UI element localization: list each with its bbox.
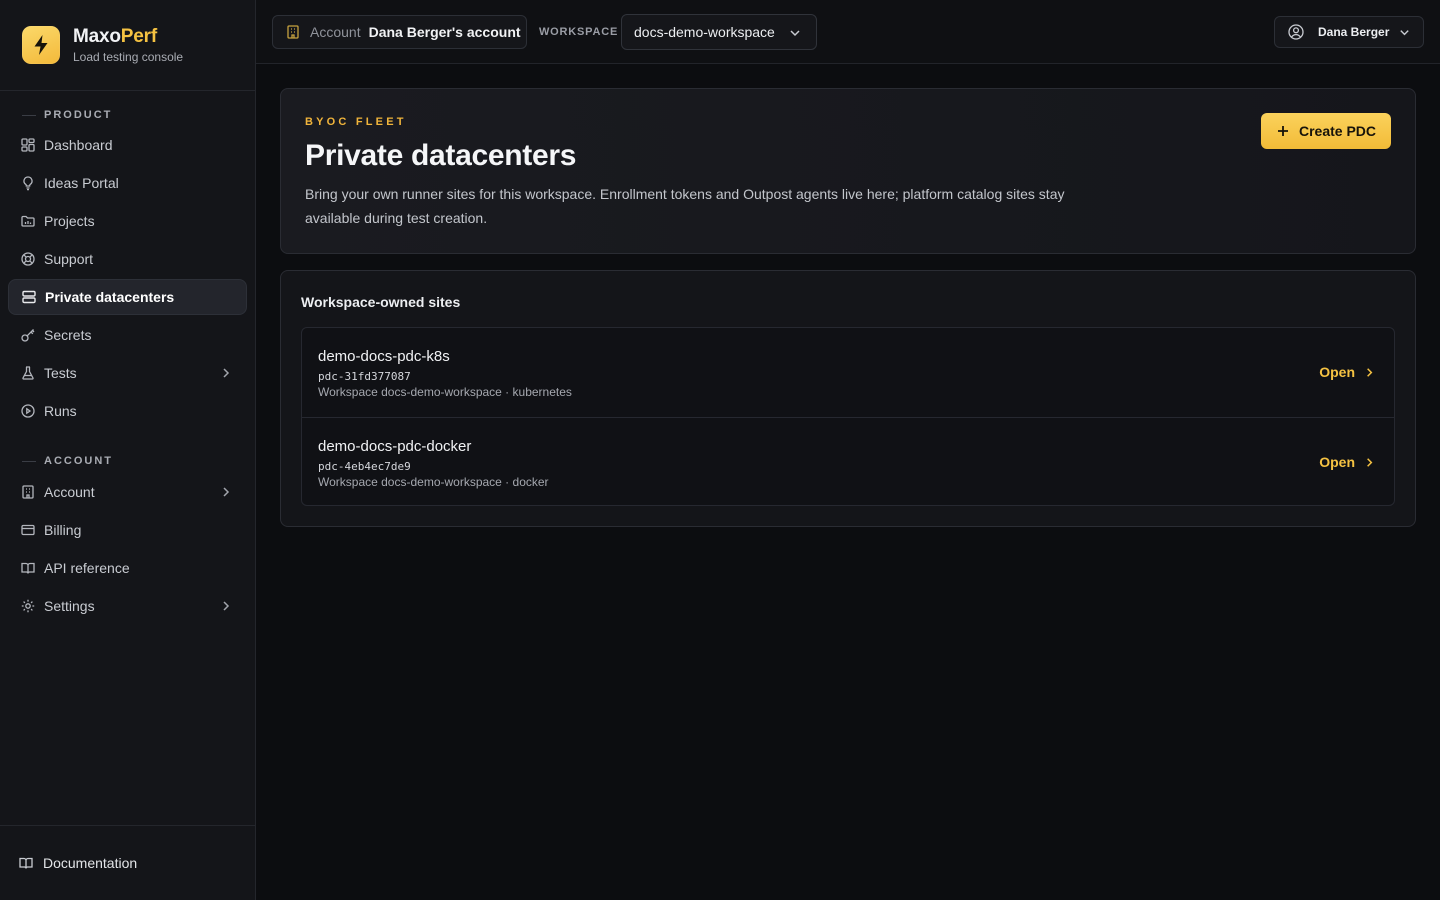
workspace-select[interactable]: docs-demo-workspace — [621, 14, 817, 50]
sidebar-item-projects[interactable]: Projects — [8, 203, 247, 239]
brand[interactable]: MaxoPerf Load testing console — [0, 0, 255, 91]
sidebar-item-label: Projects — [44, 213, 95, 229]
list-item[interactable]: demo-docs-pdc-k8s pdc-31fd377087 Workspa… — [302, 328, 1394, 417]
site-name: demo-docs-pdc-k8s — [318, 348, 450, 365]
gear-icon — [21, 599, 35, 613]
sidebar-item-secrets[interactable]: Secrets — [8, 317, 247, 353]
lifebuoy-icon — [21, 252, 35, 266]
sidebar-item-runs[interactable]: Runs — [8, 393, 247, 429]
open-label: Open — [1319, 364, 1355, 380]
sidebar-item-label: Tests — [44, 365, 77, 381]
sidebar-item-label: Dashboard — [44, 137, 113, 153]
sidebar-item-label: Private datacenters — [45, 289, 175, 305]
account-value: Dana Berger's account — [368, 24, 521, 40]
sidebar-documentation-link[interactable]: Documentation — [0, 825, 255, 900]
site-id: pdc-31fd377087 — [318, 370, 411, 383]
sidebar-item-label: Billing — [44, 522, 82, 538]
page-header: BYOC FLEET Private datacenters Bring you… — [280, 88, 1416, 254]
sidebar-item-label: Support — [44, 251, 94, 267]
page-description: Bring your own runner sites for this wor… — [305, 186, 1065, 226]
sidebar-item-label: Runs — [44, 403, 77, 419]
dashboard-icon — [21, 138, 35, 152]
sidebar-item-label: Account — [44, 484, 95, 500]
brand-name: MaxoPerf — [73, 26, 183, 48]
documentation-label: Documentation — [43, 855, 138, 871]
sidebar-item-billing[interactable]: Billing — [8, 512, 247, 548]
sidebar-item-label: Ideas Portal — [44, 175, 119, 191]
user-menu[interactable]: Dana Berger — [1274, 16, 1424, 48]
plus-icon — [1277, 126, 1288, 136]
folder-icon — [21, 215, 35, 227]
play-circle-icon — [21, 404, 35, 418]
site-name: demo-docs-pdc-docker — [318, 438, 472, 455]
create-pdc-button[interactable]: Create PDC — [1261, 113, 1391, 149]
sidebar-item-dashboard[interactable]: Dashboard — [8, 127, 247, 163]
key-icon — [21, 329, 35, 342]
chevron-right-icon — [1367, 457, 1373, 467]
credit-card-icon — [21, 524, 35, 536]
book-icon — [21, 562, 35, 574]
lightning-bolt-icon — [22, 26, 60, 64]
nav-section-product: PRODUCT — [0, 107, 112, 123]
chevron-down-icon — [1400, 30, 1409, 36]
flask-icon — [22, 366, 34, 380]
page-eyebrow: BYOC FLEET — [305, 116, 407, 128]
sidebar: MaxoPerf Load testing console PRODUCT Da… — [0, 0, 256, 900]
building-icon — [22, 485, 34, 499]
building-icon — [287, 25, 299, 39]
account-key: Account — [310, 24, 361, 40]
sidebar-item-label: Secrets — [44, 327, 92, 343]
site-id: pdc-4eb4ec7de9 — [318, 460, 411, 473]
server-icon — [22, 290, 36, 304]
account-switcher[interactable]: Account Dana Berger's account — [272, 15, 527, 49]
sidebar-item-ideas-portal[interactable]: Ideas Portal — [8, 165, 247, 201]
sidebar-item-tests[interactable]: Tests — [8, 355, 247, 391]
open-site-link[interactable]: Open — [1319, 364, 1376, 380]
topbar: Account Dana Berger's account WORKSPACE … — [256, 0, 1440, 64]
brand-subtitle: Load testing console — [73, 50, 184, 64]
lightbulb-icon — [23, 176, 33, 191]
nav-section-account: ACCOUNT — [0, 453, 113, 469]
sidebar-item-account[interactable]: Account — [8, 474, 247, 510]
chevron-down-icon — [790, 30, 800, 37]
brand-name-part2: Perf — [120, 26, 157, 47]
brand-text: MaxoPerf Load testing console — [73, 26, 183, 64]
site-meta: Workspace docs-demo-workspace · kubernet… — [318, 385, 572, 399]
sidebar-item-api-reference[interactable]: API reference — [8, 550, 247, 586]
chevron-right-icon — [223, 601, 230, 611]
sites-title: Workspace-owned sites — [301, 294, 461, 310]
workspace-value: docs-demo-workspace — [634, 24, 775, 40]
sidebar-item-label: Settings — [44, 598, 95, 614]
open-site-link[interactable]: Open — [1319, 454, 1376, 470]
user-circle-icon — [1288, 24, 1304, 40]
brand-name-part1: Maxo — [73, 26, 121, 47]
chevron-right-icon — [223, 368, 230, 378]
site-list: demo-docs-pdc-k8s pdc-31fd377087 Workspa… — [301, 327, 1395, 506]
open-label: Open — [1319, 454, 1355, 470]
sidebar-item-private-datacenters[interactable]: Private datacenters — [8, 279, 247, 315]
site-meta: Workspace docs-demo-workspace · docker — [318, 475, 549, 489]
sidebar-item-label: API reference — [44, 560, 130, 576]
sidebar-item-settings[interactable]: Settings — [8, 588, 247, 624]
workspace-label: WORKSPACE — [539, 26, 619, 38]
page-title: Private datacenters — [305, 139, 577, 172]
create-pdc-label: Create PDC — [1298, 123, 1377, 139]
chevron-right-icon — [223, 487, 230, 497]
sidebar-item-support[interactable]: Support — [8, 241, 247, 277]
list-item[interactable]: demo-docs-pdc-docker pdc-4eb4ec7de9 Work… — [302, 417, 1394, 505]
chevron-right-icon — [1367, 367, 1373, 377]
user-name: Dana Berger — [1318, 25, 1390, 39]
workspace-sites-panel: Workspace-owned sites demo-docs-pdc-k8s … — [280, 270, 1416, 527]
book-icon — [19, 857, 33, 869]
